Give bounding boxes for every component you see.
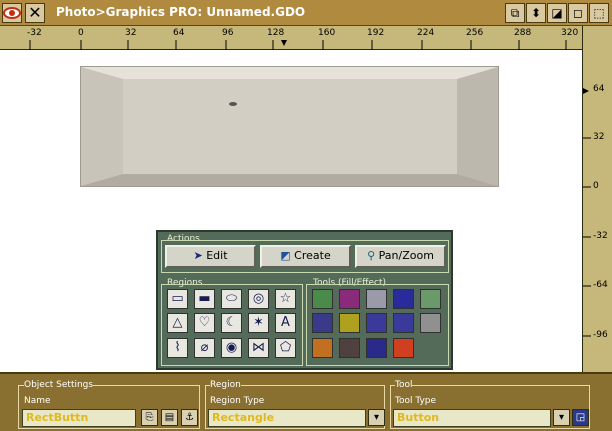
tool-solid-fill-button[interactable] <box>339 289 360 309</box>
paste-icon[interactable]: ▤ <box>161 409 178 426</box>
create-icon: ◩ <box>280 249 291 262</box>
tool-title: Tool <box>395 380 413 390</box>
tool-type-label: Tool Type <box>395 396 437 406</box>
tool-columns-button[interactable] <box>393 313 414 333</box>
region-polygon-button[interactable]: ⬠ <box>275 338 296 358</box>
ruler-label: -32 <box>27 28 42 38</box>
ruler-label: -96 <box>593 330 608 340</box>
region-star-button[interactable]: ☆ <box>275 289 296 309</box>
copy-icon[interactable]: ⎘ <box>141 409 158 426</box>
ruler-label: 192 <box>367 28 385 38</box>
region-wave-button[interactable]: ⋈ <box>248 338 269 358</box>
chevron-down-icon[interactable]: ▾ <box>368 409 385 426</box>
tool-swirl-button[interactable] <box>393 289 414 309</box>
ruler-label: 320 <box>561 28 579 38</box>
tool-shade-button[interactable] <box>420 313 441 333</box>
stone-button-object[interactable] <box>80 66 499 187</box>
name-value: RectButtn <box>26 411 89 424</box>
ruler-label: 64 <box>593 84 605 94</box>
edit-button[interactable]: ➤ Edit <box>165 245 256 268</box>
region-spiral-button[interactable]: ⌀ <box>194 338 215 358</box>
tool-image-button[interactable] <box>420 289 441 309</box>
region-bar-button[interactable]: ▬ <box>194 289 215 309</box>
tool-type-field[interactable]: Button <box>393 409 551 427</box>
ruler-label: 256 <box>466 28 484 38</box>
tool-texture-button[interactable] <box>366 289 387 309</box>
ruler-label: -64 <box>593 280 608 290</box>
region-freehand-button[interactable]: ⌇ <box>167 338 188 358</box>
region-moon-button[interactable]: ☾ <box>221 313 242 333</box>
tool-emboss-button[interactable] <box>393 338 414 358</box>
pan-zoom-button[interactable]: ⚲ Pan/Zoom <box>355 245 446 268</box>
ruler-ticks <box>29 40 567 50</box>
tool-wave-button[interactable] <box>312 313 333 333</box>
arrange-button[interactable]: ⬍ <box>526 3 546 23</box>
region-ring-button[interactable]: ◎ <box>248 289 269 309</box>
vertical-ruler: 64 32 0 -32 -64 -96 <box>582 26 612 372</box>
create-button[interactable]: ◩ Create <box>260 245 351 268</box>
region-rectangle-button[interactable]: ▭ <box>167 289 188 309</box>
ruler-label: 0 <box>78 28 84 38</box>
object-settings-title: Object Settings <box>24 380 94 390</box>
name-field[interactable]: RectButtn <box>22 409 136 427</box>
tool-mosaic-button[interactable] <box>312 338 333 358</box>
tool-gradient-button[interactable] <box>312 289 333 309</box>
depth-button[interactable]: ⧉ <box>505 3 525 23</box>
ruler-label: 0 <box>593 181 599 191</box>
ruler-label: 288 <box>514 28 532 38</box>
region-type-field[interactable]: Rectangle <box>208 409 366 427</box>
eye-icon[interactable] <box>2 3 22 23</box>
region-heart-button[interactable]: ♡ <box>194 313 215 333</box>
ruler-label: 96 <box>222 28 234 38</box>
zoom-button[interactable]: ◪ <box>547 3 567 23</box>
ruler-label: 128 <box>267 28 285 38</box>
tool-sparkle-button[interactable] <box>339 338 360 358</box>
region-type-value: Rectangle <box>212 411 275 424</box>
tool-settings-icon[interactable]: ◲ <box>572 409 589 426</box>
ruler-ticks <box>583 88 591 337</box>
ruler-label: 160 <box>318 28 336 38</box>
region-burst-button[interactable]: ✶ <box>248 313 269 333</box>
tool-stripes-button[interactable] <box>366 313 387 333</box>
maximize-button[interactable]: ⬚ <box>589 3 609 23</box>
name-label: Name <box>24 396 51 406</box>
ruler-label: -32 <box>593 231 608 241</box>
region-ellipse-button[interactable]: ⬭ <box>221 289 242 309</box>
magnifier-icon: ⚲ <box>367 249 376 262</box>
ruler-label: 64 <box>173 28 185 38</box>
pan-zoom-label: Pan/Zoom <box>378 249 434 262</box>
anchor-icon[interactable]: ⚓ <box>181 409 198 426</box>
ruler-label: 32 <box>125 28 137 38</box>
window-title: Photo>Graphics PRO: Unnamed.GDO <box>56 5 306 19</box>
edit-label: Edit <box>206 249 228 262</box>
close-button[interactable]: ✕ <box>25 3 45 23</box>
ruler-label: 224 <box>417 28 435 38</box>
iconify-button[interactable]: ◻ <box>568 3 588 23</box>
tool-type-value: Button <box>397 411 440 424</box>
tool-bevel-button[interactable] <box>366 338 387 358</box>
horizontal-ruler: -32 0 32 64 96 128 160 192 224 256 288 3… <box>0 26 582 50</box>
region-title: Region <box>210 380 241 390</box>
tool-checker-button[interactable] <box>339 313 360 333</box>
region-type-label: Region Type <box>210 396 265 406</box>
pointer-icon: ➤ <box>193 249 203 262</box>
region-triangle-button[interactable]: △ <box>167 313 188 333</box>
ruler-label: 32 <box>593 132 605 142</box>
chevron-down-icon[interactable]: ▾ <box>553 409 570 426</box>
region-text-button[interactable]: A <box>275 313 296 333</box>
region-target-button[interactable]: ◉ <box>221 338 242 358</box>
create-label: Create <box>294 249 331 262</box>
